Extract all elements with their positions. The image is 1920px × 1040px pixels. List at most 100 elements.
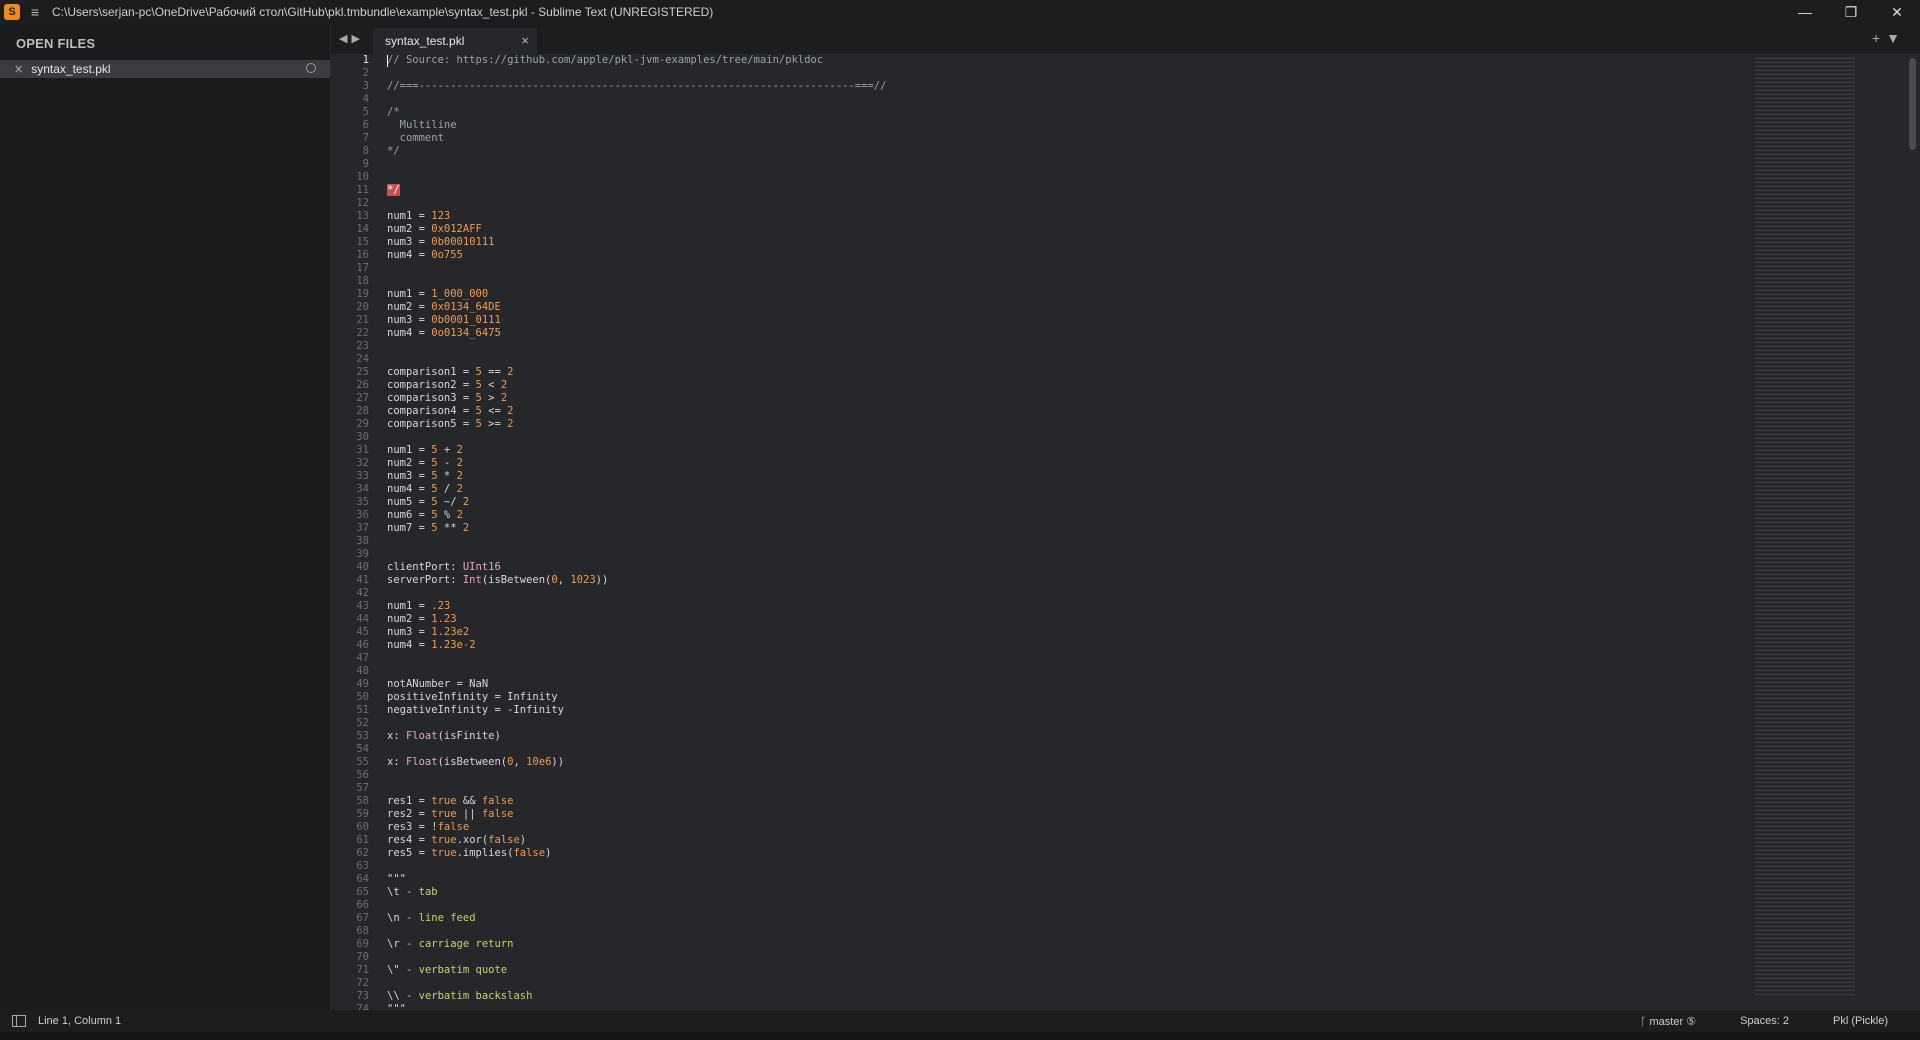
code-line[interactable]: [387, 535, 886, 548]
syntax-selector[interactable]: Pkl (Pickle): [1833, 1015, 1888, 1028]
code-line[interactable]: num1 = 123: [387, 210, 886, 223]
code-line[interactable]: */: [387, 145, 886, 158]
code-line[interactable]: [387, 275, 886, 288]
code-line[interactable]: [387, 860, 886, 873]
code-line[interactable]: negativeInfinity = -Infinity: [387, 704, 886, 717]
code-line[interactable]: [387, 769, 886, 782]
code-line[interactable]: comparison3 = 5 > 2: [387, 392, 886, 405]
code-line[interactable]: \" - verbatim quote: [387, 964, 886, 977]
code-line[interactable]: res3 = !false: [387, 821, 886, 834]
sidebar-item-syntax-test[interactable]: ✕ syntax_test.pkl: [0, 60, 330, 78]
code-line[interactable]: \t - tab: [387, 886, 886, 899]
code-line[interactable]: num1 = 1_000_000: [387, 288, 886, 301]
code-line[interactable]: num3 = 0b00010111: [387, 236, 886, 249]
minimap[interactable]: [1749, 54, 1906, 1010]
tab-close-icon[interactable]: ×: [521, 33, 529, 48]
code-line[interactable]: num3 = 1.23e2: [387, 626, 886, 639]
tab-controls-icon[interactable]: +▼: [1872, 30, 1906, 46]
code-line[interactable]: comparison5 = 5 >= 2: [387, 418, 886, 431]
code-line[interactable]: [387, 665, 886, 678]
line-number: 68: [356, 925, 369, 937]
code-line[interactable]: [387, 587, 886, 600]
code-line[interactable]: [387, 340, 886, 353]
close-file-icon[interactable]: ✕: [14, 63, 23, 76]
sublime-app-icon[interactable]: S: [4, 4, 20, 20]
code-line[interactable]: [387, 171, 886, 184]
code-line[interactable]: res2 = true || false: [387, 808, 886, 821]
code-line[interactable]: comparison2 = 5 < 2: [387, 379, 886, 392]
indentation-setting[interactable]: Spaces: 2: [1740, 1015, 1789, 1028]
code-line[interactable]: [387, 548, 886, 561]
code-line[interactable]: [387, 925, 886, 938]
code-line[interactable]: [387, 93, 886, 106]
cursor-position[interactable]: Line 1, Column 1: [38, 1015, 121, 1027]
code-line[interactable]: clientPort: UInt16: [387, 561, 886, 574]
code-line[interactable]: """: [387, 873, 886, 886]
code-line[interactable]: comparison1 = 5 == 2: [387, 366, 886, 379]
code-line[interactable]: [387, 977, 886, 990]
code-line[interactable]: res5 = true.implies(false): [387, 847, 886, 860]
line-number: 67: [356, 912, 369, 924]
code-line[interactable]: [387, 353, 886, 366]
code-line[interactable]: num4 = 0o0134_6475: [387, 327, 886, 340]
git-branch[interactable]: ᚴ master ⑤: [1640, 1015, 1696, 1028]
code-line[interactable]: num2 = 0x0134_64DE: [387, 301, 886, 314]
code-line[interactable]: num1 = .23: [387, 600, 886, 613]
code-line[interactable]: \\ - verbatim backslash: [387, 990, 886, 1003]
code-editor[interactable]: // Source: https://github.com/apple/pkl-…: [379, 54, 1749, 1010]
code-line[interactable]: [387, 717, 886, 730]
code-line[interactable]: comment: [387, 132, 886, 145]
code-line[interactable]: num4 = 1.23e-2: [387, 639, 886, 652]
code-line[interactable]: num3 = 5 * 2: [387, 470, 886, 483]
code-line[interactable]: num6 = 5 % 2: [387, 509, 886, 522]
code-line[interactable]: res4 = true.xor(false): [387, 834, 886, 847]
code-line[interactable]: res1 = true && false: [387, 795, 886, 808]
code-line[interactable]: [387, 158, 886, 171]
code-line[interactable]: num5 = 5 ~/ 2: [387, 496, 886, 509]
code-line[interactable]: num3 = 0b0001_0111: [387, 314, 886, 327]
code-line[interactable]: [387, 951, 886, 964]
code-line[interactable]: [387, 431, 886, 444]
tab-syntax-test[interactable]: syntax_test.pkl ×: [373, 28, 537, 54]
scrollbar-thumb[interactable]: [1909, 58, 1916, 150]
code-line[interactable]: \r - carriage return: [387, 938, 886, 951]
code-line[interactable]: [387, 743, 886, 756]
code-line[interactable]: num4 = 0o755: [387, 249, 886, 262]
toggle-sidebar-icon[interactable]: [12, 1015, 26, 1027]
code-line[interactable]: num2 = 1.23: [387, 613, 886, 626]
close-window-button[interactable]: ✕: [1874, 0, 1920, 24]
code-line[interactable]: [387, 899, 886, 912]
tab-nav-arrows-icon[interactable]: ◀▶: [339, 32, 364, 45]
code-line[interactable]: //===-----------------------------------…: [387, 80, 886, 93]
code-line[interactable]: num1 = 5 + 2: [387, 444, 886, 457]
code-line[interactable]: notANumber = NaN: [387, 678, 886, 691]
code-content[interactable]: // Source: https://github.com/apple/pkl-…: [387, 54, 886, 1010]
hamburger-menu-icon[interactable]: ≡: [26, 4, 44, 20]
code-line[interactable]: x: Float(isFinite): [387, 730, 886, 743]
code-line[interactable]: num4 = 5 / 2: [387, 483, 886, 496]
code-line[interactable]: num2 = 5 - 2: [387, 457, 886, 470]
code-line[interactable]: """: [387, 1003, 886, 1010]
code-line[interactable]: [387, 262, 886, 275]
code-token: num5 =: [387, 496, 432, 508]
minimize-button[interactable]: —: [1782, 0, 1828, 24]
code-line[interactable]: positiveInfinity = Infinity: [387, 691, 886, 704]
vertical-scrollbar[interactable]: [1906, 54, 1920, 1010]
code-line[interactable]: [387, 782, 886, 795]
code-line[interactable]: serverPort: Int(isBetween(0, 1023)): [387, 574, 886, 587]
line-number-gutter: 1 2 3 4 5 6 7 8 9 10 11 12 13 14 15 16 17 18 19 20 21 22 23 24 2…: [331, 54, 379, 1010]
code-line[interactable]: */: [387, 184, 886, 197]
code-line[interactable]: [387, 652, 886, 665]
maximize-button[interactable]: ❐: [1828, 0, 1874, 24]
code-line[interactable]: // Source: https://github.com/apple/pkl-…: [387, 54, 886, 67]
code-line[interactable]: comparison4 = 5 <= 2: [387, 405, 886, 418]
code-line[interactable]: [387, 197, 886, 210]
code-line[interactable]: [387, 67, 886, 80]
code-line[interactable]: num2 = 0x012AFF: [387, 223, 886, 236]
code-line[interactable]: x: Float(isBetween(0, 10e6)): [387, 756, 886, 769]
code-token: (isBetween(: [481, 574, 552, 586]
code-line[interactable]: num7 = 5 ** 2: [387, 522, 886, 535]
code-line[interactable]: \n - line feed: [387, 912, 886, 925]
code-line[interactable]: /*: [387, 106, 886, 119]
code-line[interactable]: Multiline: [387, 119, 886, 132]
